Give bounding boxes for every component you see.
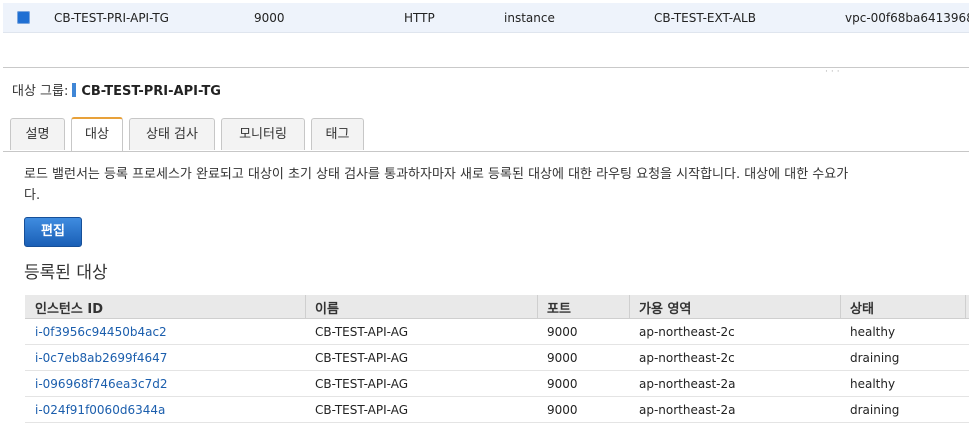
registered-targets-title: 등록된 대상 bbox=[24, 263, 108, 283]
header-port[interactable]: 포트 bbox=[547, 298, 571, 317]
tab-health-checks[interactable]: 상태 검사 bbox=[129, 118, 215, 150]
tab-monitoring[interactable]: 모니터링 bbox=[221, 118, 305, 150]
column-resizer[interactable] bbox=[965, 295, 966, 318]
targets-description: 로드 밸런서는 등록 프로세스가 완료되고 대상이 초기 상태 검사를 통과하자… bbox=[24, 164, 969, 206]
target-port: 9000 bbox=[547, 325, 578, 339]
tg-load-balancer-cell: CB-TEST-EXT-ALB bbox=[654, 11, 756, 25]
table-row[interactable]: i-0f3956c94450b4ac2 CB-TEST-API-AG 9000 … bbox=[25, 319, 969, 345]
tab-tags[interactable]: 태그 bbox=[311, 118, 364, 150]
tg-vpc-cell: vpc-00f68ba6413968 bbox=[845, 11, 969, 25]
tab-description[interactable]: 설명 bbox=[10, 118, 65, 150]
target-name: CB-TEST-API-AG bbox=[315, 377, 409, 391]
column-resizer[interactable] bbox=[840, 295, 841, 318]
registered-targets-table: 인스턴스 ID 이름 포트 가용 영역 상태 i-0f3956c94450b4a… bbox=[25, 295, 969, 423]
table-row[interactable]: i-024f91f0060d6344a CB-TEST-API-AG 9000 … bbox=[25, 397, 969, 423]
target-status: draining bbox=[850, 403, 900, 417]
instance-id-link[interactable]: i-0f3956c94450b4ac2 bbox=[35, 325, 167, 339]
column-resizer[interactable] bbox=[629, 295, 630, 318]
instance-id-link[interactable]: i-096968f746ea3c7d2 bbox=[35, 377, 167, 391]
target-name: CB-TEST-API-AG bbox=[315, 351, 409, 365]
edit-button[interactable]: 편집 bbox=[24, 217, 82, 247]
instance-id-link[interactable]: i-024f91f0060d6344a bbox=[35, 403, 165, 417]
header-instance-id[interactable]: 인스턴스 ID bbox=[35, 298, 103, 317]
header-status[interactable]: 상태 bbox=[850, 298, 874, 317]
table-row[interactable]: i-0c7eb8ab2699f4647 CB-TEST-API-AG 9000 … bbox=[25, 345, 969, 371]
instance-id-link[interactable]: i-0c7eb8ab2699f4647 bbox=[35, 351, 167, 365]
row-select-checkbox[interactable] bbox=[17, 11, 30, 24]
tg-name-cell: CB-TEST-PRI-API-TG bbox=[54, 11, 169, 25]
tg-target-type-cell: instance bbox=[504, 11, 555, 25]
column-resizer[interactable] bbox=[305, 295, 306, 318]
target-port: 9000 bbox=[547, 403, 578, 417]
detail-header-name: CB-TEST-PRI-API-TG bbox=[81, 84, 221, 99]
target-az: ap-northeast-2c bbox=[639, 325, 735, 339]
target-az: ap-northeast-2a bbox=[639, 403, 736, 417]
header-name[interactable]: 이름 bbox=[315, 298, 339, 317]
target-group-row-selected[interactable]: CB-TEST-PRI-API-TG 9000 HTTP instance CB… bbox=[3, 3, 969, 33]
table-row[interactable]: i-096968f746ea3c7d2 CB-TEST-API-AG 9000 … bbox=[25, 371, 969, 397]
target-az: ap-northeast-2a bbox=[639, 377, 736, 391]
description-line-1: 로드 밸런서는 등록 프로세스가 완료되고 대상이 초기 상태 검사를 통과하자… bbox=[24, 167, 849, 182]
detail-header-label: 대상 그룹: bbox=[12, 84, 69, 99]
target-az: ap-northeast-2c bbox=[639, 351, 735, 365]
tg-protocol-cell: HTTP bbox=[404, 11, 435, 25]
table-header-row: 인스턴스 ID 이름 포트 가용 영역 상태 bbox=[25, 295, 969, 319]
detail-header: 대상 그룹: CB-TEST-PRI-API-TG bbox=[12, 80, 221, 99]
tabs-baseline bbox=[3, 151, 969, 152]
target-port: 9000 bbox=[547, 377, 578, 391]
description-line-2: 다. bbox=[24, 188, 41, 203]
target-status: healthy bbox=[850, 377, 896, 391]
tab-targets[interactable]: 대상 bbox=[71, 117, 123, 152]
column-resizer[interactable] bbox=[537, 295, 538, 318]
target-name: CB-TEST-API-AG bbox=[315, 403, 409, 417]
target-status: healthy bbox=[850, 325, 896, 339]
target-status: draining bbox=[850, 351, 900, 365]
tg-port-cell: 9000 bbox=[254, 11, 285, 25]
header-availability-zone[interactable]: 가용 영역 bbox=[639, 298, 691, 317]
target-name: CB-TEST-API-AG bbox=[315, 325, 409, 339]
target-port: 9000 bbox=[547, 351, 578, 365]
target-group-marker-icon bbox=[72, 83, 77, 97]
resize-handle-icon[interactable]: ··· bbox=[825, 67, 843, 77]
